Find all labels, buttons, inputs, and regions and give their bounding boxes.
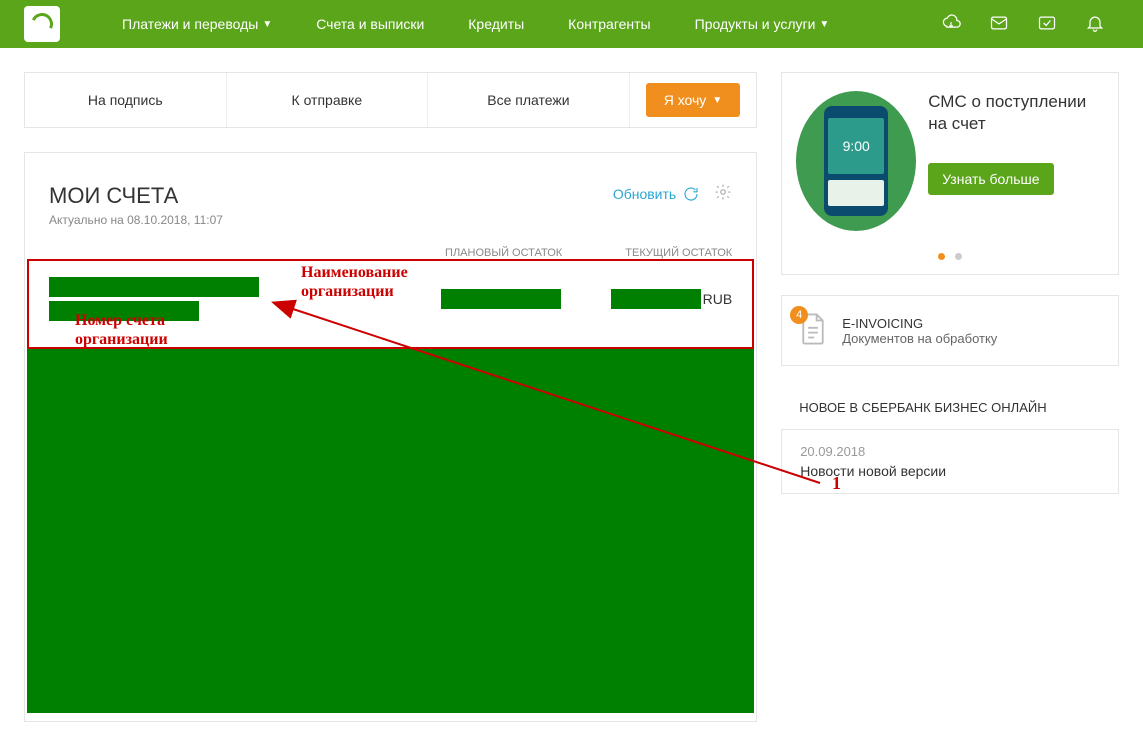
nav-label: Контрагенты <box>568 16 650 32</box>
refresh-button[interactable]: Обновить <box>613 185 700 203</box>
promo-title: СМС о поступлении на счет <box>928 91 1104 135</box>
nav-label: Платежи и переводы <box>122 16 258 32</box>
inbox-check-icon[interactable] <box>1023 13 1071 36</box>
mail-icon[interactable] <box>975 13 1023 36</box>
nav-label: Счета и выписки <box>316 16 424 32</box>
nav-payments[interactable]: Платежи и переводы ▼ <box>100 16 294 32</box>
annotation-account-number-label: Номер счета организации <box>75 311 168 349</box>
news-date: 20.09.2018 <box>800 444 1100 459</box>
chevron-down-icon: ▼ <box>819 19 829 30</box>
nav-counterparties[interactable]: Контрагенты <box>546 16 672 32</box>
tab-to-send[interactable]: К отправке <box>227 73 429 127</box>
redacted-content-block <box>27 347 754 713</box>
tab-all-payments[interactable]: Все платежи <box>428 73 630 127</box>
bell-icon[interactable] <box>1071 13 1119 36</box>
my-accounts-card: МОИ СЧЕТА Актуально на 08.10.2018, 11:07… <box>24 152 757 722</box>
redacted-org-name <box>49 277 259 297</box>
learn-more-button[interactable]: Узнать больше <box>928 163 1053 195</box>
nav-label: Продукты и услуги <box>695 16 816 32</box>
einvoicing-title: E-INVOICING <box>842 316 997 331</box>
accounts-subtitle: Актуально на 08.10.2018, 11:07 <box>49 213 223 227</box>
phone-icon: 9:00 <box>824 106 888 216</box>
account-row[interactable]: RUB Наименование организации Номер счета… <box>25 269 756 339</box>
news-title: Новости новой версии <box>800 463 1100 479</box>
nav-products[interactable]: Продукты и услуги ▼ <box>673 16 852 32</box>
logo-icon <box>28 10 56 38</box>
chevron-down-icon: ▼ <box>712 95 722 106</box>
tab-for-signing[interactable]: На подпись <box>25 73 227 127</box>
promo-image: 9:00 <box>796 91 916 231</box>
accounts-title: МОИ СЧЕТА <box>49 183 223 209</box>
cloud-download-icon[interactable] <box>927 13 975 36</box>
carousel-dot[interactable] <box>938 253 945 260</box>
nav-accounts[interactable]: Счета и выписки <box>294 16 446 32</box>
carousel-dots <box>782 245 1118 274</box>
i-want-button[interactable]: Я хочу ▼ <box>646 83 741 117</box>
annotation-arrow-label: 1 <box>832 473 841 494</box>
nav-credits[interactable]: Кредиты <box>446 16 546 32</box>
redacted-planned-balance <box>441 289 561 309</box>
action-tabs: На подпись К отправке Все платежи Я хочу… <box>24 72 757 128</box>
e-invoicing-card[interactable]: 4 E-INVOICING Документов на обработку <box>781 295 1119 366</box>
top-navbar: Платежи и переводы ▼ Счета и выписки Кре… <box>0 0 1143 48</box>
annotation-org-name-label: Наименование организации <box>301 263 408 301</box>
settings-button[interactable] <box>714 183 732 204</box>
chevron-down-icon: ▼ <box>262 19 272 30</box>
col-header-planned: ПЛАНОВЫЙ ОСТАТОК <box>392 247 562 259</box>
gear-icon <box>714 183 732 201</box>
carousel-dot[interactable] <box>955 253 962 260</box>
logo[interactable] <box>24 6 60 42</box>
refresh-icon <box>682 185 700 203</box>
nav-label: Кредиты <box>468 16 524 32</box>
currency-label: RUB <box>703 291 733 307</box>
news-heading: НОВОЕ В СБЕРБАНК БИЗНЕС ОНЛАЙН <box>781 386 1119 429</box>
promo-card: 9:00 СМС о поступлении на счет Узнать бо… <box>781 72 1119 275</box>
redacted-current-balance <box>611 289 701 309</box>
einvoicing-subtitle: Документов на обработку <box>842 331 997 346</box>
col-header-current: ТЕКУЩИЙ ОСТАТОК <box>562 247 732 259</box>
